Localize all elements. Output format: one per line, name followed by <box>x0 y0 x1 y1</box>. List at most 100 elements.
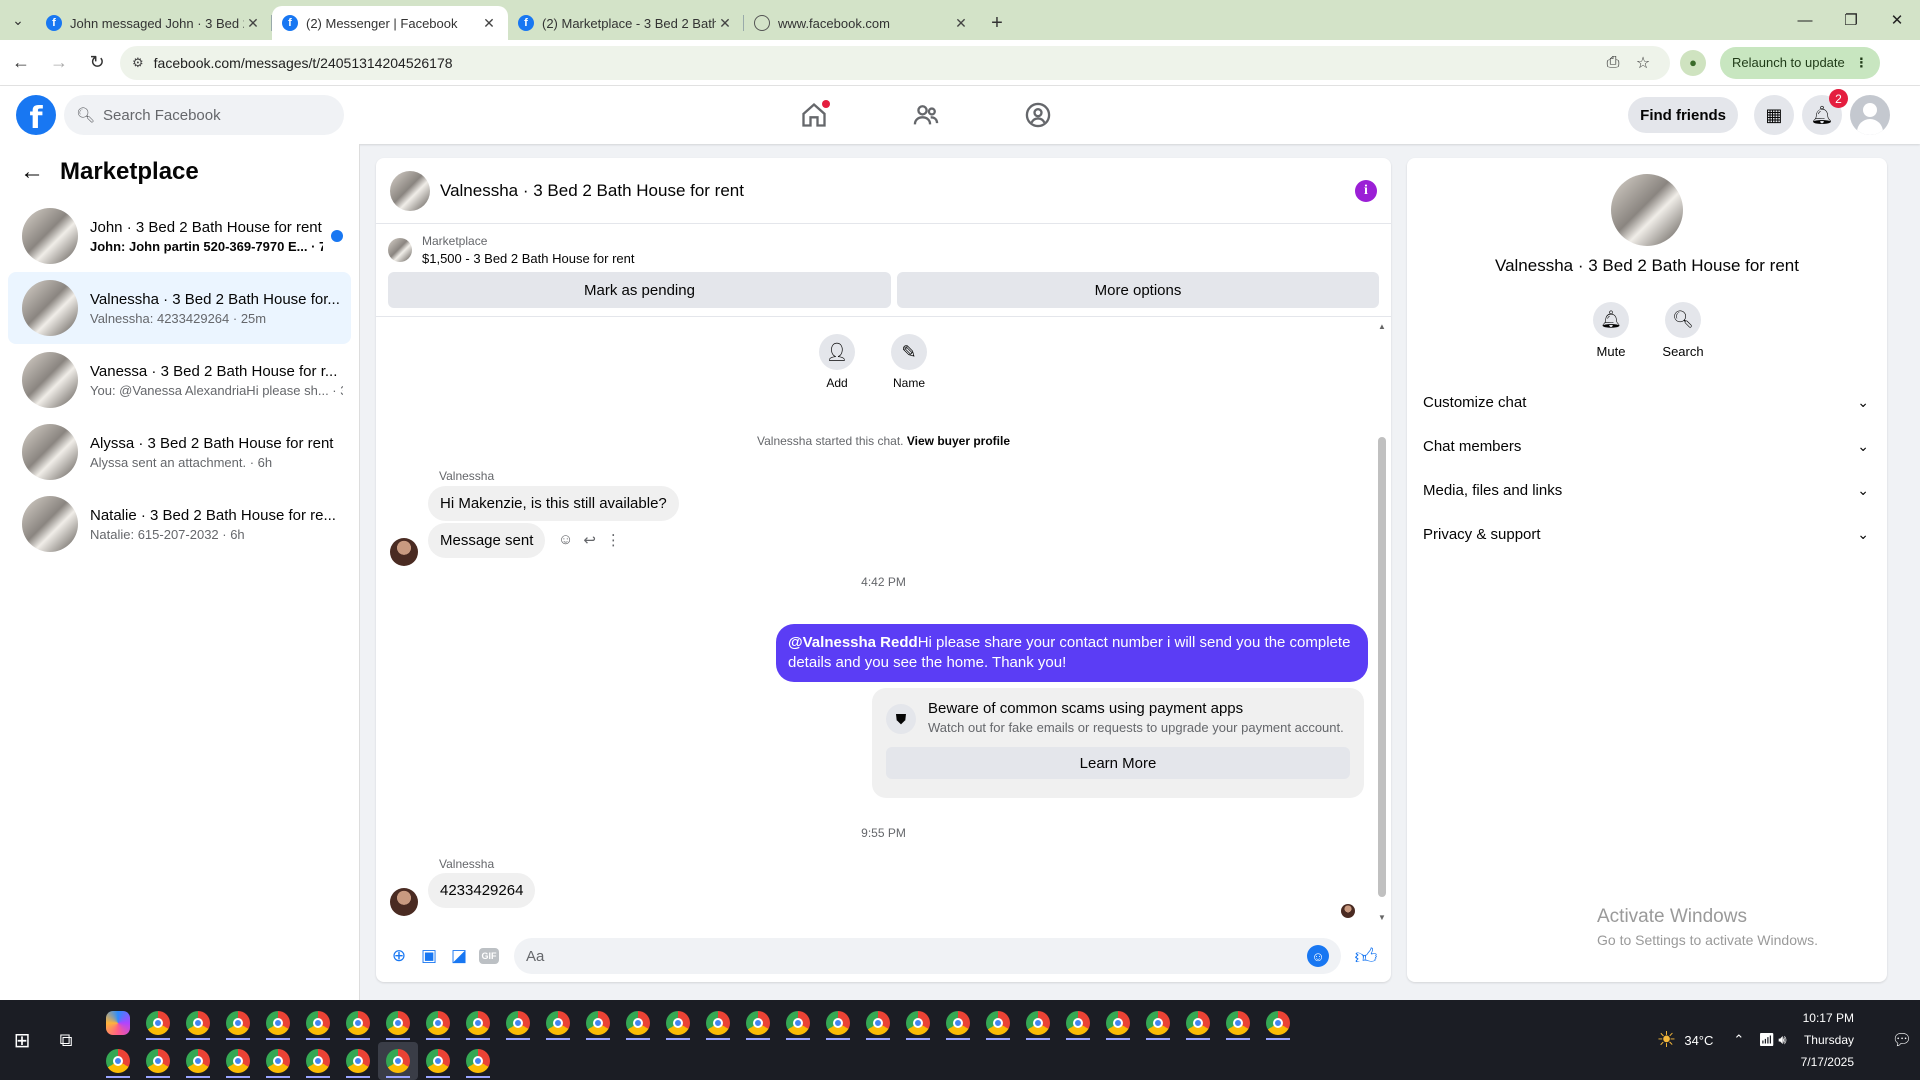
close-icon[interactable]: ✕ <box>952 15 970 32</box>
mark-pending-button[interactable]: Mark as pending <box>388 272 891 308</box>
outgoing-message[interactable]: @Valnessha ReddHi please share your cont… <box>776 624 1368 682</box>
section-privacy-support[interactable]: Privacy & support ⌄ <box>1415 512 1879 556</box>
scroll-up-icon[interactable]: ▲ <box>1378 322 1386 331</box>
copilot-app-icon[interactable] <box>98 1004 138 1042</box>
close-icon[interactable]: ✕ <box>244 15 262 32</box>
thumbs-up-icon[interactable]: 👍︎ <box>1349 939 1383 973</box>
photo-icon[interactable]: ▣ <box>416 943 442 969</box>
name-chat-button[interactable]: ✎ Name <box>888 334 930 390</box>
chrome-app-icon[interactable] <box>698 1004 738 1042</box>
message-input[interactable] <box>526 947 1307 965</box>
chat-avatar[interactable] <box>1611 174 1683 246</box>
add-people-button[interactable]: 👤︎ Add <box>816 334 858 390</box>
chrome-app-icon[interactable] <box>378 1042 418 1080</box>
chrome-app-icon[interactable] <box>1098 1004 1138 1042</box>
site-info-icon[interactable]: ⚙ <box>132 55 144 71</box>
task-view-icon[interactable]: ⧉ <box>44 1000 88 1080</box>
conversation-item[interactable]: Natalie · 3 Bed 2 Bath House for re... N… <box>8 488 351 560</box>
chrome-app-icon[interactable] <box>218 1004 258 1042</box>
browser-tab-2[interactable]: f (2) Messenger | Facebook ✕ <box>272 6 508 40</box>
incoming-message[interactable]: Hi Makenzie, is this still available? <box>428 486 679 521</box>
chrome-app-icon[interactable] <box>578 1004 618 1042</box>
browser-tab-3[interactable]: f (2) Marketplace - 3 Bed 2 Bath ✕ <box>508 6 744 40</box>
new-tab-button[interactable]: + <box>980 6 1014 40</box>
section-media-files-links[interactable]: Media, files and links ⌄ <box>1415 468 1879 512</box>
facebook-logo-icon[interactable]: f <box>16 95 56 136</box>
react-emoji-icon[interactable]: ☺ <box>558 531 573 549</box>
chrome-app-icon[interactable] <box>298 1042 338 1080</box>
chrome-app-icon[interactable] <box>498 1004 538 1042</box>
back-icon[interactable]: ← <box>4 46 38 80</box>
close-icon[interactable]: ✕ <box>716 15 734 32</box>
chat-title[interactable]: Valnessha · 3 Bed 2 Bath House for rent <box>440 181 1355 201</box>
chrome-app-icon[interactable] <box>1018 1004 1058 1042</box>
chat-thumbnail[interactable] <box>390 170 430 211</box>
chrome-app-icon[interactable] <box>418 1004 458 1042</box>
chrome-app-icon[interactable] <box>338 1042 378 1080</box>
conversation-item[interactable]: John · 3 Bed 2 Bath House for rent John:… <box>8 200 351 272</box>
gif-icon[interactable]: GIF <box>479 948 499 964</box>
address-bar[interactable]: ⚙ facebook.com/messages/t/24051314204526… <box>120 45 1670 80</box>
incoming-message[interactable]: Message sent <box>428 523 546 558</box>
facebook-search[interactable]: 🔍︎ <box>64 95 344 135</box>
chrome-app-icon[interactable] <box>658 1004 698 1042</box>
more-options-button[interactable]: More options <box>897 272 1379 308</box>
chrome-app-icon[interactable] <box>458 1042 498 1080</box>
kebab-menu-icon[interactable]: ⋮ <box>1855 55 1868 71</box>
nav-groups[interactable] <box>982 86 1094 144</box>
account-avatar[interactable] <box>1850 95 1890 135</box>
windows-start-icon[interactable]: ⊞ <box>0 1000 44 1080</box>
section-chat-members[interactable]: Chat members ⌄ <box>1415 424 1879 468</box>
scroll-down-icon[interactable]: ▼ <box>1378 913 1386 922</box>
browser-tab-1[interactable]: f John messaged John · 3 Bed 2 B ✕ <box>36 6 272 40</box>
nav-friends[interactable] <box>870 86 982 144</box>
sender-avatar[interactable] <box>390 888 418 916</box>
url-text[interactable]: facebook.com/messages/t/2405131420452617… <box>154 55 1598 71</box>
chrome-app-icon[interactable] <box>1058 1004 1098 1042</box>
mute-button[interactable]: 🔔︎ Mute <box>1592 302 1630 359</box>
chrome-app-icon[interactable] <box>338 1004 378 1042</box>
chrome-app-icon[interactable] <box>298 1004 338 1042</box>
chrome-app-icon[interactable] <box>1178 1004 1218 1042</box>
mention[interactable]: @Valnessha Redd <box>788 634 918 651</box>
install-app-icon[interactable]: ⎙ <box>1598 54 1628 72</box>
hidden-icons-icon[interactable]: ⌃ <box>1733 1032 1744 1048</box>
close-icon[interactable]: ✕ <box>480 15 498 32</box>
notification-center-icon[interactable]: 💬︎ <box>1884 1030 1920 1050</box>
conversation-item[interactable]: Valnessha · 3 Bed 2 Bath House for... Va… <box>8 272 351 344</box>
incoming-message[interactable]: 4233429264 <box>428 873 536 908</box>
browser-tab-4[interactable]: www.facebook.com ✕ <box>744 6 980 40</box>
chrome-app-icon[interactable] <box>218 1042 258 1080</box>
chrome-app-icon[interactable] <box>418 1042 458 1080</box>
forward-icon[interactable]: → <box>42 46 76 80</box>
info-icon[interactable]: i <box>1355 179 1377 202</box>
emoji-icon[interactable]: ☺ <box>1307 945 1329 967</box>
chrome-app-icon[interactable] <box>378 1004 418 1042</box>
back-arrow-icon[interactable]: ← <box>20 158 44 186</box>
plus-circle-icon[interactable]: ⊕ <box>386 943 412 969</box>
chrome-app-icon[interactable] <box>938 1004 978 1042</box>
find-friends-button[interactable]: Find friends <box>1628 97 1738 133</box>
restore-icon[interactable]: ❐ <box>1828 0 1874 40</box>
chrome-app-icon[interactable] <box>618 1004 658 1042</box>
chrome-app-icon[interactable] <box>978 1004 1018 1042</box>
chrome-app-icon[interactable] <box>138 1004 178 1042</box>
chrome-app-icon[interactable] <box>138 1042 178 1080</box>
chrome-app-icon[interactable] <box>1138 1004 1178 1042</box>
search-chat-button[interactable]: 🔍︎ Search <box>1662 302 1704 359</box>
bookmark-star-icon[interactable]: ☆ <box>1628 53 1658 73</box>
chrome-app-icon[interactable] <box>178 1004 218 1042</box>
minimize-icon[interactable]: — <box>1782 0 1828 40</box>
chrome-app-icon[interactable] <box>458 1004 498 1042</box>
chrome-app-icon[interactable] <box>898 1004 938 1042</box>
chrome-app-icon[interactable] <box>178 1042 218 1080</box>
messages-scrollbar[interactable]: ▲ ▼ <box>1377 322 1387 922</box>
reply-icon[interactable]: ↩ <box>583 531 596 549</box>
network-volume-icons[interactable]: 📶︎ 🔊︎ <box>1758 1032 1786 1048</box>
listing-info[interactable]: Marketplace $1,500 - 3 Bed 2 Bath House … <box>388 234 1379 266</box>
conversation-item[interactable]: Vanessa · 3 Bed 2 Bath House for r... Yo… <box>8 344 351 416</box>
relaunch-button[interactable]: Relaunch to update ⋮ <box>1720 46 1880 79</box>
chrome-app-icon[interactable] <box>818 1004 858 1042</box>
sender-avatar[interactable] <box>390 538 418 566</box>
chrome-app-icon[interactable] <box>778 1004 818 1042</box>
